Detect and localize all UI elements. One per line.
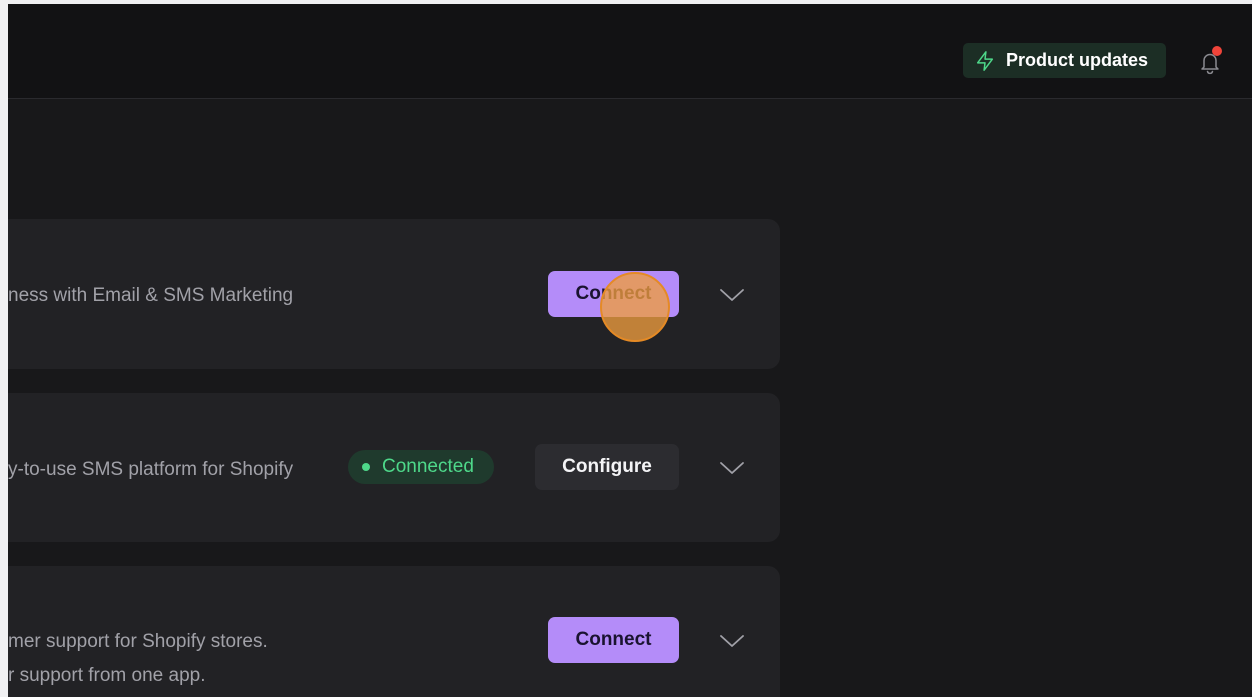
connected-status-badge: Connected <box>348 450 494 484</box>
status-label: Connected <box>382 456 474 477</box>
notification-badge <box>1212 46 1222 56</box>
notifications-button[interactable] <box>1196 46 1224 76</box>
integration-card: ness with Email & SMS Marketing Connect <box>8 219 780 369</box>
expand-chevron-icon[interactable] <box>718 281 746 309</box>
expand-chevron-icon[interactable] <box>718 454 746 482</box>
integration-card: y-to-use SMS platform for Shopify Connec… <box>8 393 780 542</box>
connect-button[interactable]: Connect <box>548 617 679 663</box>
integration-description: y-to-use SMS platform for Shopify <box>8 459 294 480</box>
product-updates-button[interactable]: Product updates <box>963 43 1166 78</box>
integration-description-line-2: r support from one app. <box>8 665 206 686</box>
app-window: Product updates ness with Email & SMS Ma… <box>8 4 1252 697</box>
top-bar: Product updates <box>8 4 1252 99</box>
bell-icon <box>1196 53 1224 80</box>
integration-description: mer support for Shopify stores. <box>8 631 268 652</box>
integration-card: mer support for Shopify stores. r suppor… <box>8 566 780 697</box>
integration-description: ness with Email & SMS Marketing <box>8 285 294 306</box>
product-updates-label: Product updates <box>1006 50 1149 70</box>
expand-chevron-icon[interactable] <box>718 627 746 655</box>
configure-button[interactable]: Configure <box>535 444 679 490</box>
status-dot <box>362 463 370 471</box>
lightning-icon <box>974 50 996 72</box>
connect-button[interactable]: Connect <box>548 271 679 317</box>
